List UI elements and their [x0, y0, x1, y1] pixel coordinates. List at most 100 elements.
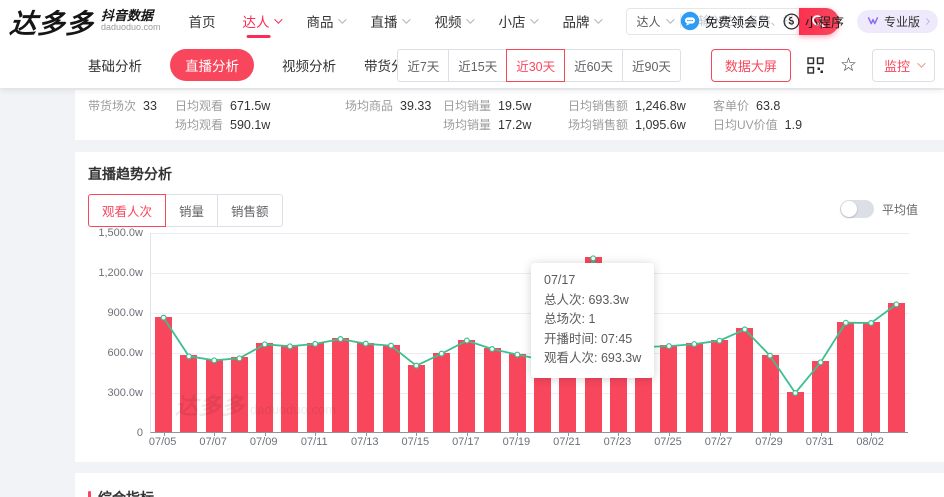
search-category-select[interactable]: 达人: [627, 13, 680, 30]
nav-item-label: 达人: [243, 11, 270, 31]
search-category-label: 达人: [637, 13, 661, 30]
average-toggle-label: 平均值: [882, 201, 918, 218]
date-range-近60天[interactable]: 近60天: [564, 49, 623, 82]
stat-item: 场均观看590.1w: [175, 115, 270, 134]
chevron-down-icon: [466, 15, 474, 23]
stat-item: 带货场次33: [88, 96, 157, 115]
stat-label: 日均销量: [443, 97, 491, 114]
nav-item-label: 直播: [371, 11, 398, 31]
brand-logo[interactable]: 达多多 抖音数据 daduoduo.com: [10, 2, 161, 41]
live-trend-card: 直播趋势分析 观看人次销量销售额 平均值 0300.0w600.0w900.0w…: [75, 152, 944, 462]
pro-version-link[interactable]: 专业版: [857, 10, 938, 33]
metric-tab-观看人次[interactable]: 观看人次: [88, 194, 166, 227]
x-axis-label: 07/21: [545, 436, 589, 448]
stat-item: 场均商品39.33: [345, 96, 431, 115]
tab-视频分析[interactable]: 视频分析: [282, 49, 336, 81]
tab-直播分析[interactable]: 直播分析: [170, 49, 254, 81]
line-marker: [414, 363, 419, 368]
monitor-dropdown-button[interactable]: 监控: [872, 49, 935, 82]
x-axis-label: 07/11: [292, 436, 336, 448]
nav-item-label: 视频: [435, 11, 462, 31]
stat-item: 日均销售额 1,246.8w: [568, 96, 686, 115]
nav-item-直播[interactable]: 直播: [371, 0, 408, 42]
x-axis-label: 07/17: [444, 436, 488, 448]
stat-group-4: 日均销售额1,246.8w场均销售额1,095.6w: [568, 96, 686, 134]
section-title: 综合指标: [98, 488, 154, 497]
stat-group-5: 客单价63.8日均UV价值1.9: [713, 96, 802, 134]
stat-value: 19.5w: [498, 99, 531, 113]
stat-value: 1,246.8w: [635, 99, 686, 113]
line-marker: [793, 391, 798, 396]
line-marker: [389, 343, 394, 348]
chevron-down-icon: [338, 15, 346, 23]
line-marker: [667, 344, 672, 349]
chevron-down-icon: [274, 15, 282, 23]
x-axis-label: 07/09: [242, 436, 286, 448]
stat-label: 日均观看: [175, 97, 223, 114]
date-range-近15天[interactable]: 近15天: [448, 49, 507, 82]
average-toggle-switch[interactable]: [840, 200, 874, 218]
metric-tab-销售额[interactable]: 销售额: [217, 194, 283, 227]
data-big-screen-button[interactable]: 数据大屏: [711, 49, 791, 82]
stat-value: 1,095.6w: [635, 118, 686, 132]
nav-item-label: 小店: [499, 11, 526, 31]
date-range-近30天[interactable]: 近30天: [506, 49, 565, 82]
member-link[interactable]: 免费领会员: [680, 11, 770, 31]
brand-subtitle: 抖音数据: [101, 9, 161, 23]
line-marker: [187, 354, 192, 359]
top-right-links: 免费领会员 小程序 专业版: [680, 0, 938, 42]
live-stats-card: 带货场次33日均观看671.5w场均观看590.1w场均商品39.33日均销量1…: [75, 90, 944, 140]
dashboard-grid-button[interactable]: [806, 56, 825, 75]
date-range-近7天[interactable]: 近7天: [397, 49, 449, 82]
tooltip-row: 总人次: 693.3w: [544, 291, 641, 311]
metric-tab-group: 观看人次销量销售额: [88, 194, 283, 227]
nav-item-商品[interactable]: 商品: [307, 0, 344, 42]
x-axis-label: 08/02: [848, 436, 892, 448]
tooltip-row: 总场次: 1: [544, 310, 641, 330]
nav-item-label: 商品: [307, 11, 334, 31]
favorite-button[interactable]: ☆: [840, 56, 857, 75]
next-section-card: 综合指标: [75, 473, 944, 497]
line-marker: [288, 344, 293, 349]
grid-qr-icon: [806, 56, 825, 75]
miniapp-link[interactable]: 小程序: [783, 12, 844, 31]
x-axis-label: 07/07: [191, 436, 235, 448]
line-marker: [439, 351, 444, 356]
switch-knob: [841, 201, 857, 217]
metric-tab-销量[interactable]: 销量: [165, 194, 218, 227]
x-axis-label: 07/23: [595, 436, 639, 448]
miniapp-icon: [783, 13, 800, 30]
chart-plot: [150, 233, 908, 433]
x-axis-label: 07/15: [393, 436, 437, 448]
line-marker: [490, 347, 495, 352]
nav-item-视频[interactable]: 视频: [435, 0, 472, 42]
x-axis-label: 07/27: [697, 436, 741, 448]
miniapp-link-label: 小程序: [805, 12, 844, 31]
line-marker: [313, 342, 318, 347]
nav-item-品牌[interactable]: 品牌: [563, 0, 600, 42]
chat-icon: [680, 11, 700, 31]
pro-version-label: 专业版: [884, 13, 920, 30]
monitor-label: 监控: [884, 56, 910, 75]
y-axis-label: 300.0w: [108, 387, 143, 399]
nav-item-首页[interactable]: 首页: [189, 0, 216, 42]
trend-line: [151, 233, 909, 433]
stat-label: 日均UV价值: [713, 116, 778, 133]
section-accent-bar: [88, 491, 91, 497]
line-marker: [692, 342, 697, 347]
nav-item-label: 首页: [189, 11, 216, 31]
stat-value: 1.9: [785, 118, 802, 132]
top-bar: 达多多 抖音数据 daduoduo.com 首页 达人 商品 直播 视频 小店 品牌 达人: [0, 0, 944, 42]
line-marker: [742, 327, 747, 332]
stat-label: 日均销售额: [568, 97, 628, 114]
date-range-近90天[interactable]: 近90天: [622, 49, 681, 82]
brand-name: 达多多: [8, 2, 96, 41]
stat-label: 客单价: [713, 97, 749, 114]
chevron-down-icon: [530, 15, 538, 23]
line-marker: [262, 342, 267, 347]
stat-label: 场均销量: [443, 116, 491, 133]
tab-基础分析[interactable]: 基础分析: [88, 49, 142, 81]
line-marker: [363, 341, 368, 346]
nav-item-达人[interactable]: 达人: [243, 0, 280, 42]
nav-item-小店[interactable]: 小店: [499, 0, 536, 42]
